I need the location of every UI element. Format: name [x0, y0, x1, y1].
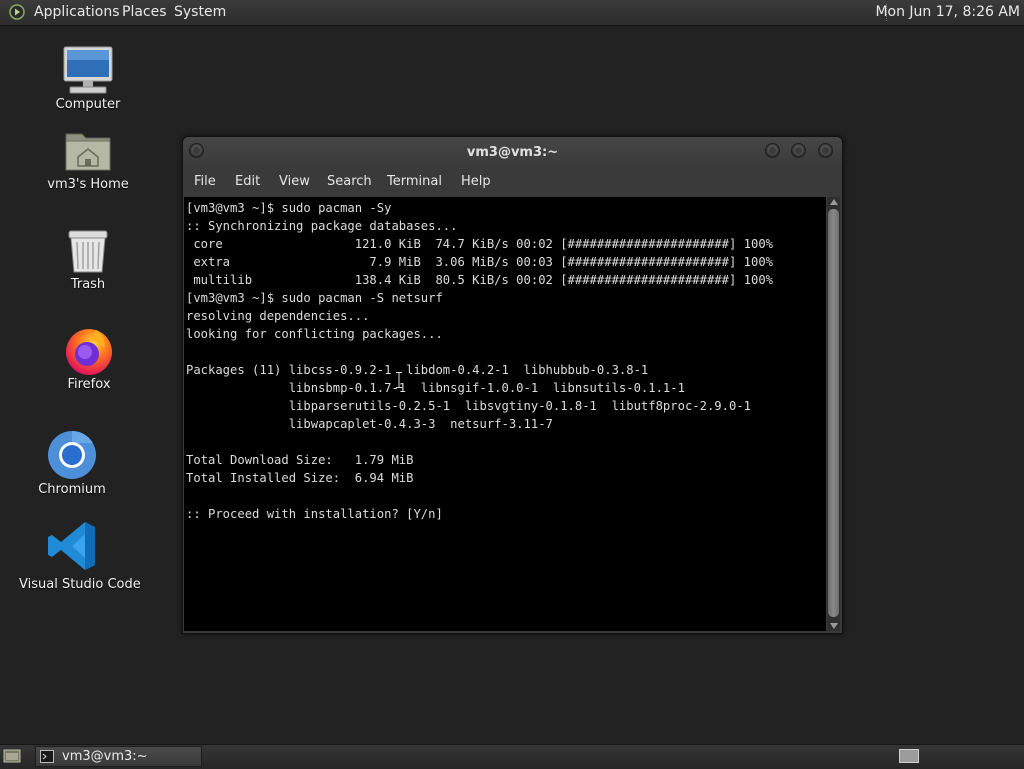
- desktop-icon-label: Firefox: [67, 377, 111, 392]
- scroll-down-arrow-icon[interactable]: [830, 623, 838, 629]
- trash-icon: [68, 230, 108, 273]
- distro-logo-icon[interactable]: [9, 4, 25, 20]
- taskbar-item-label: vm3@vm3:~: [62, 749, 148, 764]
- top-panel: Applications Places System Mon Jun 17, 8…: [0, 0, 1024, 26]
- terminal-line: [vm3@vm3 ~]$ sudo pacman -Sy: [186, 201, 392, 215]
- maximize-button[interactable]: [791, 143, 806, 158]
- desktop-icon-trash[interactable]: Trash: [33, 228, 143, 300]
- terminal-line: looking for conflicting packages...: [186, 327, 443, 341]
- terminal-output[interactable]: [vm3@vm3 ~]$ sudo pacman -Sy :: Synchron…: [184, 197, 826, 631]
- close-button[interactable]: [818, 143, 833, 158]
- desktop-icon-vscode[interactable]: Visual Studio Code: [19, 520, 141, 592]
- menu-file[interactable]: File: [194, 174, 216, 189]
- chromium-icon: [48, 431, 96, 479]
- desktop-icon-label: Trash: [70, 277, 106, 292]
- places-menu[interactable]: Places: [122, 4, 167, 20]
- terminal-line: :: Synchronizing package databases...: [186, 219, 458, 233]
- terminal-window[interactable]: vm3@vm3:~ File Edit View Search Terminal…: [182, 136, 843, 634]
- menu-terminal[interactable]: Terminal: [387, 174, 442, 189]
- terminal-menubar: File Edit View Search Terminal Help: [183, 167, 842, 196]
- terminal-line: [vm3@vm3 ~]$ sudo pacman -S netsurf: [186, 291, 443, 305]
- terminal-line: libparserutils-0.2.5-1 libsvgtiny-0.1.8-…: [186, 399, 751, 413]
- vscode-icon: [48, 522, 95, 570]
- text-cursor-icon: [396, 372, 402, 388]
- system-menu[interactable]: System: [174, 4, 226, 20]
- desktop-icon-label: Computer: [55, 97, 121, 112]
- terminal-line: :: Proceed with installation? [Y/n]: [186, 507, 443, 521]
- terminal-line: Total Download Size: 1.79 MiB: [186, 453, 414, 467]
- clock[interactable]: Mon Jun 17, 8:26 AM: [875, 4, 1020, 20]
- terminal-line: core 121.0 KiB 74.7 KiB/s 00:02 [#######…: [186, 237, 773, 251]
- home-folder-icon: [65, 133, 111, 171]
- terminal-icon: [40, 750, 54, 763]
- minimize-button[interactable]: [765, 143, 780, 158]
- menu-edit[interactable]: Edit: [235, 174, 260, 189]
- menu-help[interactable]: Help: [461, 174, 491, 189]
- terminal-scrollbar[interactable]: [827, 197, 840, 631]
- title-bar[interactable]: vm3@vm3:~: [183, 137, 842, 167]
- terminal-line: libnsbmp-0.1.7-1 libnsgif-1.0.0-1 libnsu…: [186, 381, 685, 395]
- terminal-line: Total Installed Size: 6.94 MiB: [186, 471, 414, 485]
- terminal-line: multilib 138.4 KiB 80.5 KiB/s 00:02 [###…: [186, 273, 773, 287]
- terminal-line: libwapcaplet-0.4.3-3 netsurf-3.11-7: [186, 417, 553, 431]
- menu-search[interactable]: Search: [327, 174, 372, 189]
- desktop-icon-label: Visual Studio Code: [19, 577, 141, 592]
- computer-icon: [63, 46, 113, 94]
- desktop-icon-chromium[interactable]: Chromium: [17, 430, 127, 502]
- desktop-icon-computer[interactable]: Computer: [33, 44, 143, 120]
- taskbar-item-terminal[interactable]: vm3@vm3:~: [35, 746, 202, 767]
- scrollbar-thumb[interactable]: [828, 209, 839, 617]
- bottom-panel: vm3@vm3:~: [0, 744, 1024, 769]
- firefox-icon: [66, 329, 112, 375]
- menu-view[interactable]: View: [279, 174, 310, 189]
- terminal-line: Packages (11) libcss-0.9.2-1 libdom-0.4.…: [186, 363, 649, 377]
- desktop-icon-label: vm3's Home: [47, 177, 129, 192]
- terminal-line: resolving dependencies...: [186, 309, 370, 323]
- window-title: vm3@vm3:~: [466, 145, 559, 160]
- applications-menu[interactable]: Applications: [34, 4, 120, 20]
- workspace-switcher[interactable]: [899, 749, 919, 763]
- terminal-line: extra 7.9 MiB 3.06 MiB/s 00:03 [########…: [186, 255, 773, 269]
- show-desktop-icon[interactable]: [3, 748, 21, 764]
- desktop-icon-label: Chromium: [38, 482, 106, 497]
- terminal-text: [vm3@vm3 ~]$ sudo pacman -Sy :: Synchron…: [184, 197, 826, 523]
- scroll-up-arrow-icon[interactable]: [830, 199, 838, 205]
- desktop-icon-home[interactable]: vm3's Home: [33, 128, 143, 200]
- desktop-icon-firefox[interactable]: Firefox: [34, 326, 144, 398]
